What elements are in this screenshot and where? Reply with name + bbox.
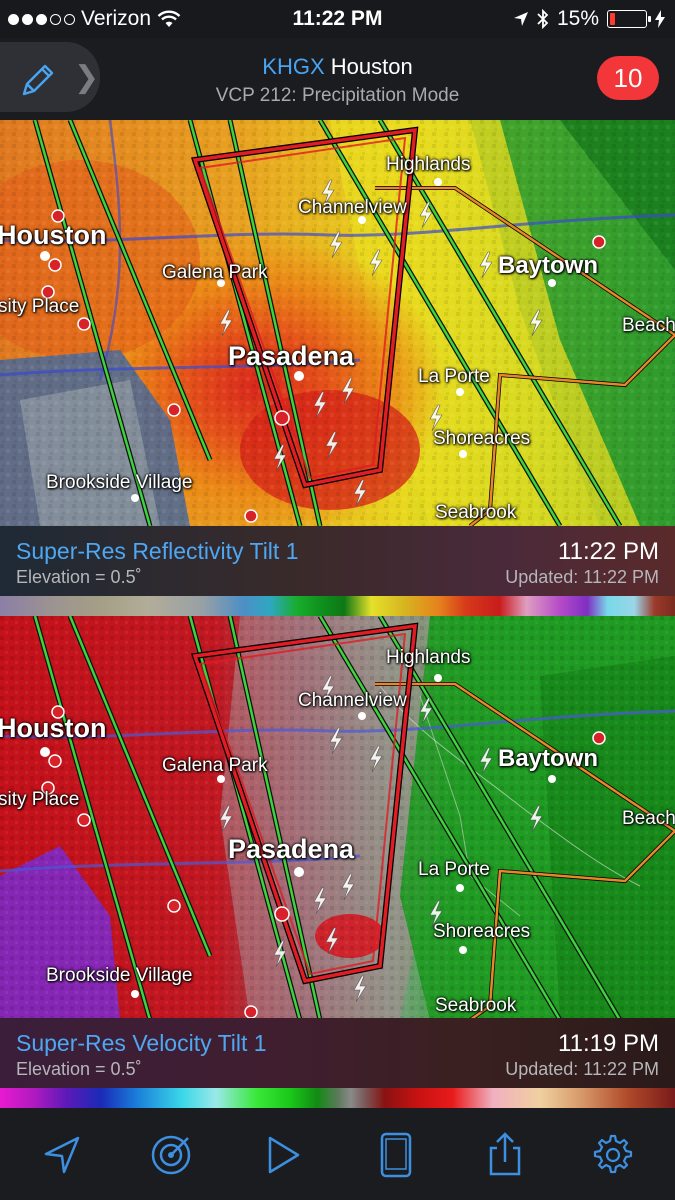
nav-header: ❯ KHGX Houston VCP 212: Precipitation Mo…	[0, 38, 675, 120]
vcp-mode: VCP 212: Precipitation Mode	[215, 85, 460, 106]
reflectivity-panel[interactable]: Houston Highlands Channelview Baytown Ga…	[0, 120, 675, 526]
map-label-la-porte: La Porte	[418, 859, 490, 880]
battery-percent: 15%	[556, 7, 599, 30]
map-label-galena-park: Galena Park	[162, 262, 268, 283]
map-label-brookside-village: Brookside Village	[46, 965, 193, 986]
map-label-channelview: Channelview	[298, 690, 407, 711]
map-label-beach: Beach	[622, 808, 675, 829]
play-icon[interactable]	[258, 1130, 308, 1180]
status-bar: Verizon 11:22 PM 15%	[0, 0, 675, 38]
map-label-shoreacres: Shoreacres	[433, 428, 531, 449]
map-label-pasadena: Pasadena	[228, 341, 355, 371]
map-label-channelview: Channelview	[298, 197, 407, 218]
scan-time: 11:19 PM	[558, 1030, 659, 1057]
updated-time: Updated: 11:22 PM	[505, 1059, 659, 1079]
station-code: KHGX	[262, 54, 325, 79]
station-title[interactable]: KHGX Houston	[0, 54, 675, 80]
bluetooth-icon	[537, 9, 549, 29]
velocity-info-bar[interactable]: Super-Res Velocity Tilt 1 Elevation = 0.…	[0, 1018, 675, 1090]
charging-bolt-icon	[655, 10, 665, 28]
velocity-panel[interactable]: Houston Highlands Channelview Baytown Ga…	[0, 616, 675, 1020]
map-label-sity-place: sity Place	[0, 789, 80, 810]
map-label-houston: Houston	[0, 713, 107, 743]
map-label-pasadena: Pasadena	[228, 834, 355, 864]
map-label-brookside-village: Brookside Village	[46, 472, 193, 493]
velocity-map[interactable]	[0, 616, 675, 1020]
reflectivity-color-scale	[0, 596, 675, 616]
status-indicators: 15%	[513, 7, 665, 31]
map-label-seabrook: Seabrook	[435, 502, 517, 523]
radar-icon[interactable]	[146, 1130, 196, 1180]
product-name[interactable]: Super-Res Velocity Tilt 1	[16, 1030, 267, 1057]
alerts-badge[interactable]: 10	[597, 56, 659, 100]
elevation-label: Elevation = 0.5˚	[16, 1059, 142, 1079]
battery-icon	[607, 10, 651, 28]
map-label-shoreacres: Shoreacres	[433, 921, 531, 942]
tablet-icon[interactable]	[372, 1130, 422, 1180]
bottom-toolbar	[0, 1108, 675, 1200]
map-label-sity-place: sity Place	[0, 296, 80, 317]
scan-time: 11:22 PM	[558, 538, 659, 565]
location-services-icon	[513, 12, 528, 26]
settings-icon[interactable]	[586, 1130, 636, 1180]
velocity-color-scale	[0, 1088, 675, 1108]
map-label-seabrook: Seabrook	[435, 995, 517, 1016]
map-label-baytown: Baytown	[498, 252, 599, 279]
map-label-highlands: Highlands	[386, 647, 471, 668]
reflectivity-info-bar[interactable]: Super-Res Reflectivity Tilt 1 Elevation …	[0, 526, 675, 598]
map-label-galena-park: Galena Park	[162, 755, 268, 776]
map-label-highlands: Highlands	[386, 154, 471, 175]
station-name: Houston	[330, 54, 413, 79]
location-arrow-icon[interactable]	[38, 1130, 88, 1180]
product-name[interactable]: Super-Res Reflectivity Tilt 1	[16, 538, 298, 565]
updated-time: Updated: 11:22 PM	[505, 567, 659, 587]
elevation-label: Elevation = 0.5˚	[16, 567, 142, 587]
map-label-beach: Beach	[622, 315, 675, 336]
map-label-baytown: Baytown	[498, 745, 599, 772]
reflectivity-map[interactable]	[0, 120, 675, 526]
map-label-la-porte: La Porte	[418, 366, 490, 387]
share-icon[interactable]	[480, 1130, 530, 1180]
map-label-houston: Houston	[0, 220, 107, 250]
